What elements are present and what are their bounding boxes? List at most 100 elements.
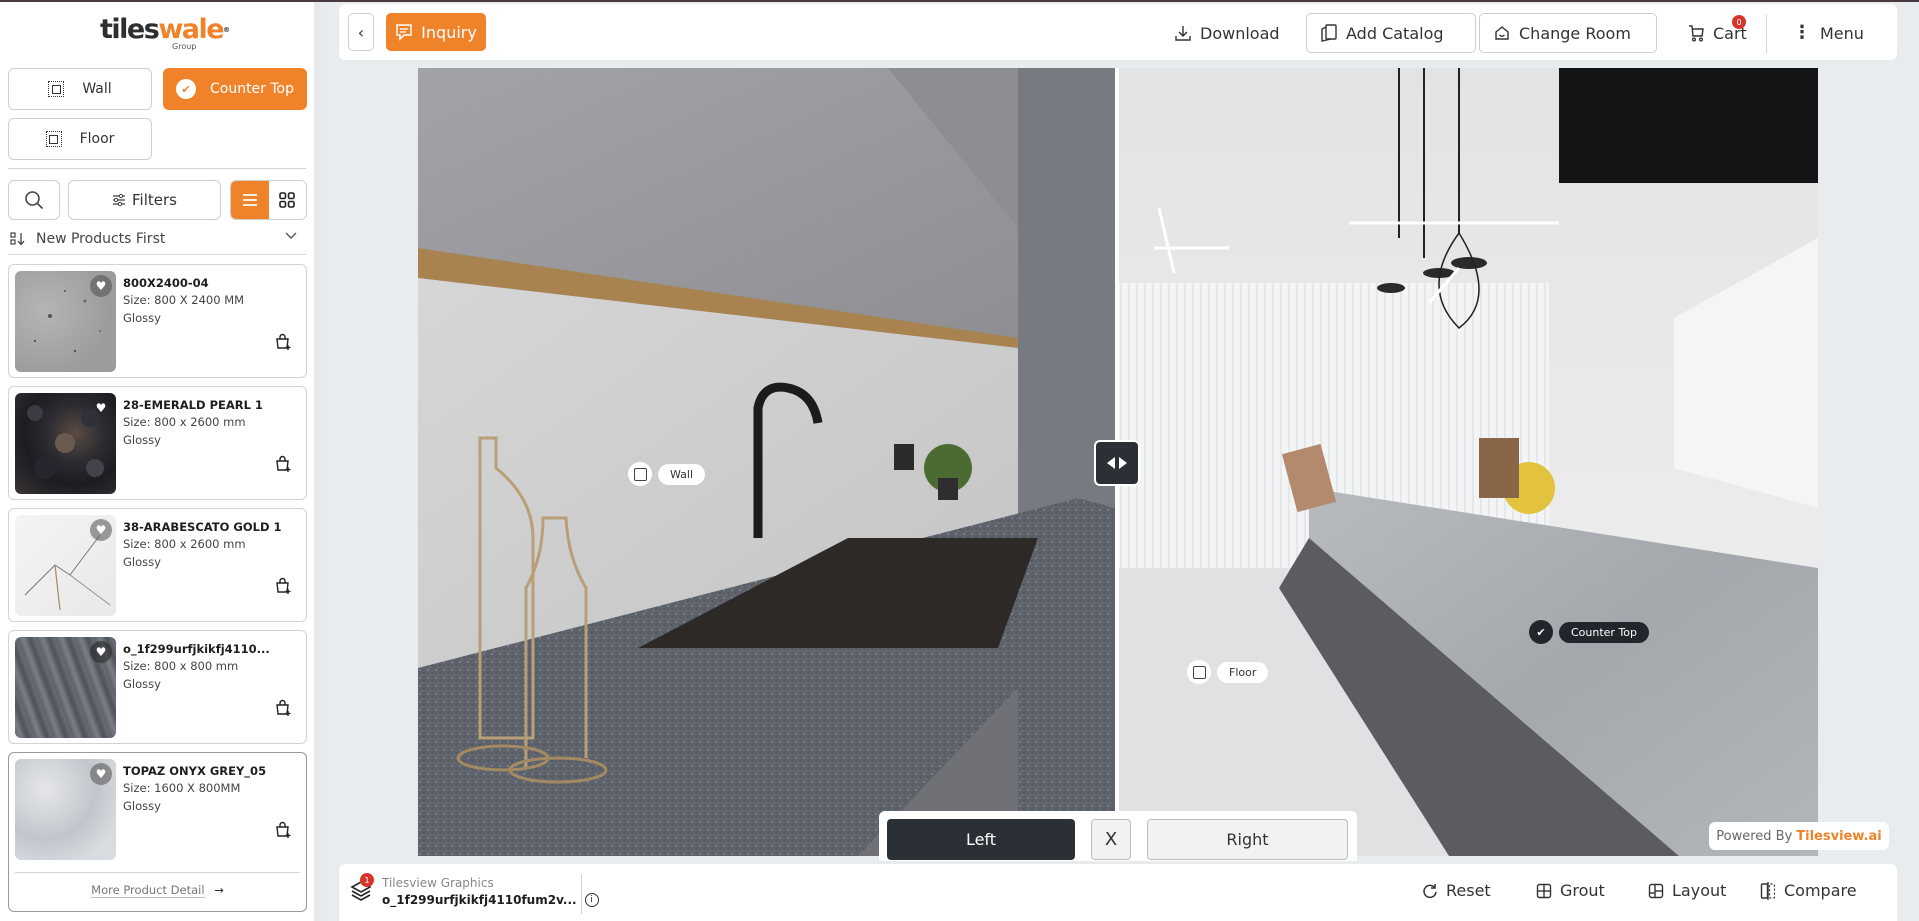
powered-by-badge[interactable]: Powered By Tilesview.ai — [1709, 822, 1889, 850]
registered-mark: ® — [223, 26, 230, 34]
favorite-heart-icon[interactable]: ♥ — [90, 763, 112, 785]
kitchen-scene-right — [1119, 68, 1818, 856]
inquiry-button[interactable]: Inquiry — [386, 13, 486, 51]
add-to-cart-icon[interactable] — [274, 577, 292, 595]
favorite-heart-icon[interactable]: ♥ — [90, 397, 112, 419]
sort-dropdown[interactable]: New Products First — [10, 228, 306, 250]
compare-right-button[interactable]: Right — [1147, 819, 1348, 860]
list-icon — [242, 194, 257, 206]
close-icon: X — [1104, 829, 1118, 850]
grid-icon — [279, 192, 296, 208]
powered-prefix: Powered By — [1716, 828, 1793, 844]
more-detail-label: More Product Detail — [91, 883, 205, 898]
sliders-icon — [113, 193, 126, 207]
more-product-detail-link[interactable]: More Product Detail → — [15, 872, 300, 898]
surface-label: Floor — [79, 131, 115, 147]
hotspot-label: Wall — [658, 463, 706, 485]
favorite-heart-icon[interactable]: ♥ — [90, 275, 112, 297]
list-view-button[interactable] — [231, 181, 269, 219]
layout-icon — [1648, 883, 1664, 898]
add-to-cart-icon[interactable] — [274, 455, 292, 473]
info-icon[interactable]: i — [584, 893, 599, 907]
selected-product: o_1f299urfjkikfj4110fum2v... i — [382, 893, 599, 907]
product-name: 38-ARABESCATO GOLD 1 — [123, 520, 282, 534]
close-compare-button[interactable]: X — [1091, 819, 1131, 860]
chevron-down-icon — [285, 232, 297, 239]
product-card[interactable]: ♥ 800X2400-04 Size: 800 X 2400 MM Glossy — [8, 264, 307, 378]
top-toolbar: ‹ Inquiry Download Add Catalog Change Ro… — [339, 4, 1897, 60]
compare-icon — [1760, 881, 1776, 900]
add-catalog-button[interactable]: Add Catalog — [1306, 13, 1476, 53]
favorite-heart-icon[interactable]: ♥ — [90, 641, 112, 663]
surface-button-counter-top[interactable]: ✔ Counter Top — [163, 68, 307, 110]
back-button[interactable]: ‹ — [348, 13, 374, 51]
compare-left-button[interactable]: Left — [887, 819, 1075, 860]
surface-button-wall[interactable]: Wall — [8, 68, 152, 110]
add-to-cart-icon[interactable] — [274, 333, 292, 351]
search-icon — [25, 191, 44, 210]
download-button[interactable]: Download — [1161, 13, 1294, 53]
grid-square-icon — [1536, 883, 1552, 898]
brand-logo: tileswale® Group — [100, 16, 230, 56]
favorite-heart-icon[interactable]: ♥ — [90, 519, 112, 541]
product-name: TOPAZ ONYX GREY_05 — [123, 764, 267, 778]
product-name: 28-EMERALD PEARL 1 — [123, 398, 263, 412]
layout-button[interactable]: Layout — [1648, 881, 1726, 900]
reset-button[interactable]: Reset — [1422, 881, 1491, 900]
product-finish: Glossy — [123, 799, 161, 813]
grout-label: Grout — [1560, 881, 1605, 900]
layers-count-badge: 1 — [360, 873, 374, 887]
filters-label: Filters — [132, 191, 177, 209]
compare-controls: Left X Right — [879, 811, 1357, 861]
product-thumbnail: ♥ — [15, 515, 116, 616]
logo-text-wale: wale — [158, 14, 224, 45]
surface-button-floor[interactable]: Floor — [8, 118, 152, 160]
arrows-left-right-icon — [1107, 457, 1127, 469]
menu-label: Menu — [1820, 23, 1864, 43]
product-finish: Glossy — [123, 433, 161, 447]
search-button[interactable] — [8, 180, 60, 220]
select-area-icon — [45, 131, 62, 147]
menu-button[interactable]: ⋮ Menu — [1779, 13, 1878, 53]
reset-label: Reset — [1446, 881, 1491, 900]
grid-view-button[interactable] — [269, 181, 307, 219]
filters-button[interactable]: Filters — [68, 180, 221, 220]
product-size: Size: 800 X 2400 MM — [123, 293, 245, 307]
cart-button[interactable]: Cart 0 — [1674, 13, 1761, 53]
checkbox-icon[interactable] — [628, 462, 652, 486]
change-room-button[interactable]: Change Room — [1479, 13, 1657, 53]
product-name: 800X2400-04 — [123, 276, 209, 290]
product-card[interactable]: ♥ o_1f299urfjkikfj4110... Size: 800 x 80… — [8, 630, 307, 744]
catalog-icon — [1321, 24, 1337, 42]
download-icon — [1175, 26, 1191, 41]
sort-icon — [10, 232, 25, 246]
product-card-selected[interactable]: ♥ TOPAZ ONYX GREY_05 Size: 1600 X 800MM … — [8, 752, 307, 912]
kitchen-scene-left — [418, 68, 1115, 856]
add-catalog-label: Add Catalog — [1346, 23, 1444, 43]
checkbox-icon[interactable] — [1187, 660, 1211, 684]
product-list: ♥ 800X2400-04 Size: 800 X 2400 MM Glossy… — [8, 264, 307, 920]
surface-label: Counter Top — [209, 81, 295, 97]
product-thumbnail: ♥ — [15, 637, 116, 738]
room-visualizer[interactable]: Wall Floor ✔ Counter Top — [418, 68, 1818, 856]
compare-slider-handle[interactable] — [1094, 440, 1140, 486]
check-icon[interactable]: ✔ — [1529, 620, 1553, 644]
add-to-cart-icon[interactable] — [274, 821, 292, 839]
hotspot-floor[interactable]: Floor — [1187, 660, 1269, 684]
product-thumbnail: ♥ — [15, 271, 116, 372]
compare-button[interactable]: Compare — [1760, 881, 1857, 900]
select-area-icon — [48, 81, 65, 97]
product-card[interactable]: ♥ 38-ARABESCATO GOLD 1 Size: 800 x 2600 … — [8, 508, 307, 622]
hotspot-wall[interactable]: Wall — [628, 462, 706, 486]
selected-product-brand: Tilesview Graphics — [382, 876, 494, 890]
hotspot-counter-top[interactable]: ✔ Counter Top — [1529, 620, 1650, 644]
product-thumbnail: ♥ — [15, 759, 116, 860]
arrow-right-icon: → — [214, 883, 224, 897]
toolbar-separator — [1766, 15, 1767, 53]
product-card[interactable]: ♥ 28-EMERALD PEARL 1 Size: 800 x 2600 mm… — [8, 386, 307, 500]
sidebar-scrollbar[interactable] — [314, 0, 322, 921]
add-to-cart-icon[interactable] — [274, 699, 292, 717]
grout-button[interactable]: Grout — [1536, 881, 1605, 900]
product-size: Size: 800 x 2600 mm — [123, 415, 246, 429]
divider — [8, 168, 306, 169]
